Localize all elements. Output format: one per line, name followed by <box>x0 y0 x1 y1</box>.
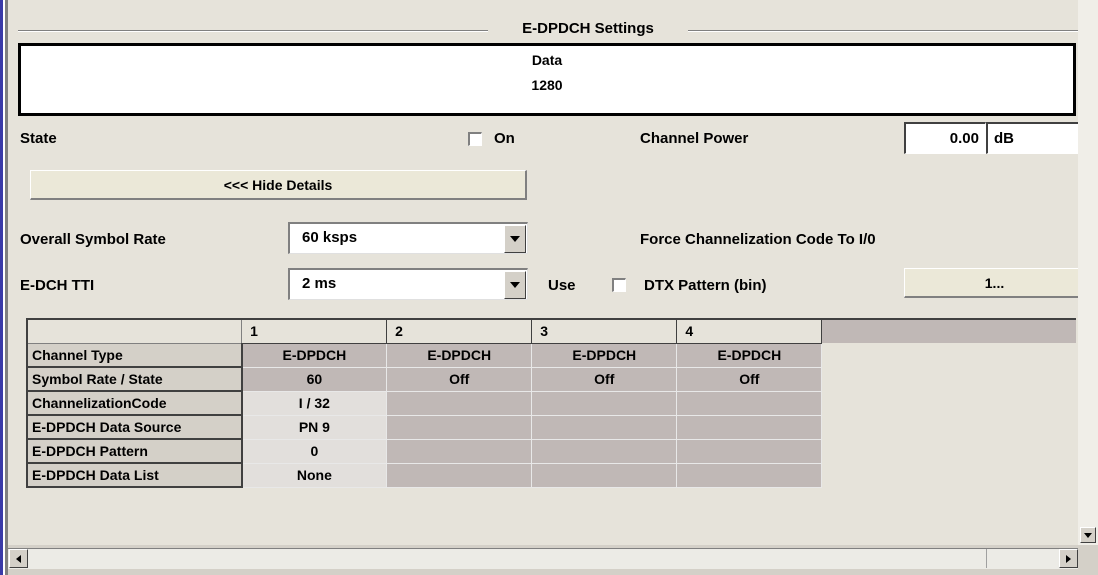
table-cell[interactable]: 0 <box>241 438 388 464</box>
state-checkbox[interactable] <box>468 132 482 146</box>
vertical-scrollbar[interactable] <box>1078 0 1098 545</box>
table-cell[interactable] <box>386 390 533 416</box>
table-corner <box>26 318 243 344</box>
table-empty-area <box>821 391 1076 415</box>
table-row: ChannelizationCode I / 32 <box>26 390 1076 416</box>
table-cell[interactable] <box>531 438 678 464</box>
table-cell[interactable] <box>386 462 533 488</box>
table-cell[interactable] <box>386 438 533 464</box>
table-row: Symbol Rate / State 60 Off Off Off <box>26 366 1076 392</box>
scroll-down-button[interactable] <box>1080 527 1096 543</box>
column-header[interactable]: 1 <box>241 318 388 344</box>
row-header: E-DPDCH Pattern <box>26 438 243 464</box>
table-cell[interactable]: Off <box>386 366 533 392</box>
state-checkbox-label: On <box>494 130 515 147</box>
channel-power-value: 0.00 <box>949 130 979 147</box>
scroll-left-button[interactable] <box>9 549 28 568</box>
arrow-right-icon <box>1066 555 1071 563</box>
channel-power-input[interactable]: 0.00 <box>904 122 986 154</box>
table-cell[interactable]: Off <box>531 366 678 392</box>
table-cell[interactable]: E-DPDCH <box>531 342 678 368</box>
state-toggle[interactable]: On <box>460 124 528 154</box>
table-cell[interactable]: PN 9 <box>241 414 388 440</box>
dropdown-arrow-button[interactable] <box>504 225 526 253</box>
channel-power-label: Channel Power <box>640 130 749 147</box>
table-cell[interactable] <box>676 390 823 416</box>
group-border-left <box>18 30 488 32</box>
force-channelization-label: Force Channelization Code To I/0 <box>640 231 876 248</box>
table-cell[interactable]: None <box>241 462 388 488</box>
row-header: Symbol Rate / State <box>26 366 243 392</box>
column-header[interactable]: 3 <box>531 318 678 344</box>
table-header-filler <box>821 318 1076 343</box>
table-row: E-DPDCH Data Source PN 9 <box>26 414 1076 440</box>
table-row: E-DPDCH Data List None <box>26 462 1076 488</box>
table-cell[interactable]: E-DPDCH <box>386 342 533 368</box>
channel-table-wrapper: 1 2 3 4 Channel Type E-DPDCH E-DPDCH E-D… <box>26 318 1076 533</box>
group-border-right <box>688 30 1078 32</box>
hide-details-button[interactable]: <<< Hide Details <box>30 170 527 200</box>
table-cell[interactable]: 60 <box>241 366 388 392</box>
table-cell[interactable] <box>676 462 823 488</box>
row-header: ChannelizationCode <box>26 390 243 416</box>
table-empty-area <box>821 343 1076 367</box>
row-header: E-DPDCH Data List <box>26 462 243 488</box>
table-cell[interactable] <box>531 414 678 440</box>
table-cell[interactable] <box>531 390 678 416</box>
table-cell[interactable] <box>676 414 823 440</box>
table-cell[interactable] <box>386 414 533 440</box>
table-header-row: 1 2 3 4 <box>26 318 1076 344</box>
dtx-pattern-button[interactable]: 1... <box>904 268 1078 298</box>
scroll-right-button[interactable] <box>1059 549 1078 568</box>
state-label: State <box>20 130 57 147</box>
edch-tti-dropdown[interactable]: 2 ms <box>288 268 528 300</box>
channel-table: 1 2 3 4 Channel Type E-DPDCH E-DPDCH E-D… <box>26 318 1076 488</box>
table-row: Channel Type E-DPDCH E-DPDCH E-DPDCH E-D… <box>26 342 1076 368</box>
table-empty-area <box>821 367 1076 391</box>
edch-tti-label: E-DCH TTI <box>20 277 95 294</box>
table-cell[interactable]: I / 32 <box>241 390 388 416</box>
data-display-box: Data 1280 <box>18 43 1076 116</box>
table-cell[interactable] <box>676 438 823 464</box>
dtx-use-label: Use <box>548 277 576 294</box>
arrow-down-icon <box>1084 533 1092 538</box>
dtx-pattern-label: DTX Pattern (bin) <box>644 277 767 294</box>
horizontal-scrollbar[interactable] <box>8 548 1078 569</box>
group-title: E-DPDCH Settings <box>488 20 688 37</box>
table-cell[interactable]: E-DPDCH <box>241 342 388 368</box>
table-row: E-DPDCH Pattern 0 <box>26 438 1076 464</box>
column-header[interactable]: 4 <box>676 318 823 344</box>
data-value: 1280 <box>531 77 563 93</box>
column-header[interactable]: 2 <box>386 318 533 344</box>
overall-symbol-rate-dropdown[interactable]: 60 ksps <box>288 222 528 254</box>
overall-symbol-rate-label: Overall Symbol Rate <box>20 231 166 248</box>
table-empty-area <box>821 463 1076 487</box>
table-cell[interactable] <box>531 462 678 488</box>
row-header: Channel Type <box>26 342 243 368</box>
dtx-use-checkbox[interactable] <box>612 278 626 292</box>
table-cell[interactable]: E-DPDCH <box>676 342 823 368</box>
row-header: E-DPDCH Data Source <box>26 414 243 440</box>
table-empty-area <box>821 415 1076 439</box>
channel-power-unit-field[interactable]: dB <box>986 122 1078 154</box>
edch-tti-value: 2 ms <box>302 275 337 292</box>
chevron-down-icon <box>510 236 520 242</box>
chevron-down-icon <box>510 282 520 288</box>
horizontal-scroll-thumb[interactable] <box>986 549 1060 568</box>
table-cell[interactable]: Off <box>676 366 823 392</box>
data-label: Data <box>531 52 563 68</box>
scrollbar-corner <box>1078 545 1098 575</box>
table-empty-area <box>821 439 1076 463</box>
overall-symbol-rate-value: 60 ksps <box>302 229 358 246</box>
channel-power-unit: dB <box>994 130 1014 147</box>
dropdown-arrow-button[interactable] <box>504 271 526 299</box>
arrow-left-icon <box>16 555 21 563</box>
